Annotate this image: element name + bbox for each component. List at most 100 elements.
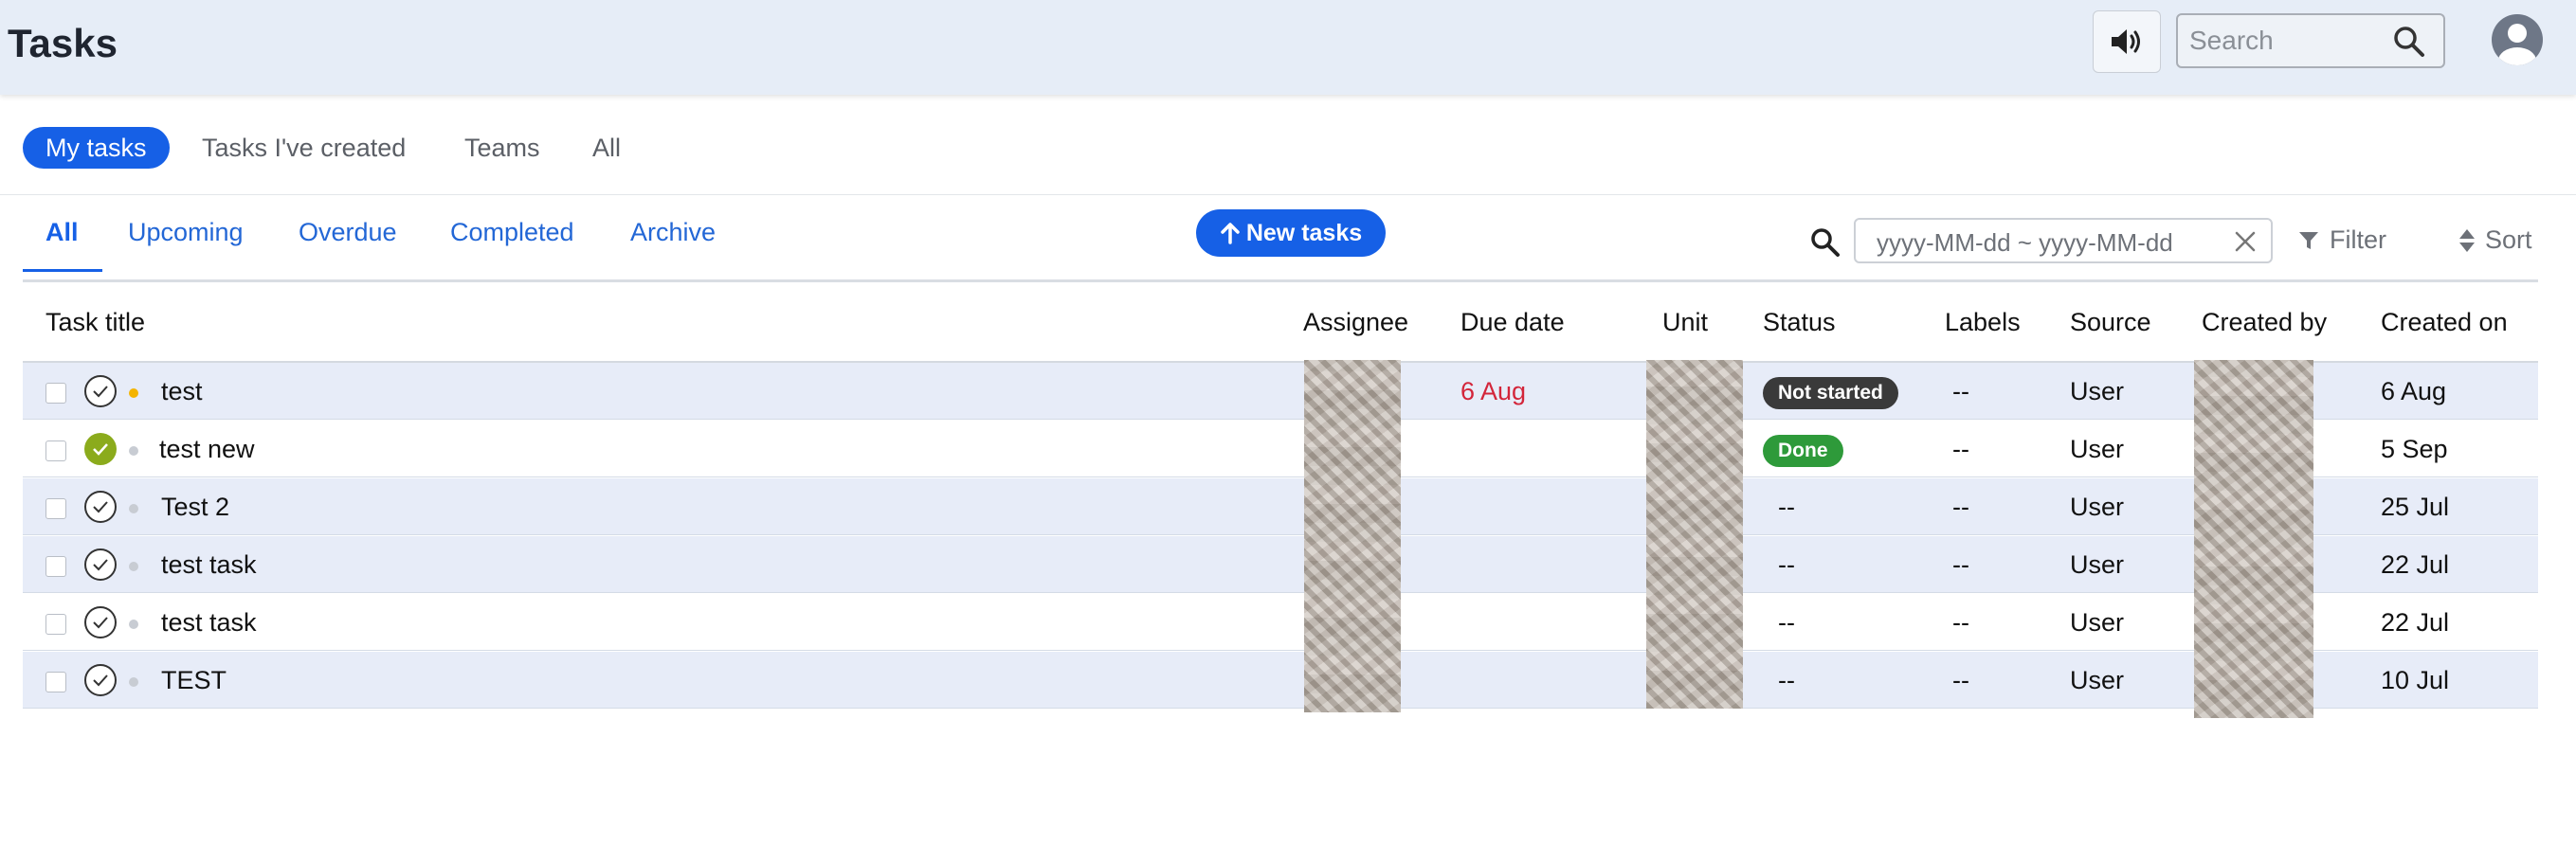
search-box[interactable] — [2176, 13, 2445, 68]
date-range-placeholder: yyyy-MM-dd ~ yyyy-MM-dd — [1877, 228, 2173, 257]
labels-cell: -- — [1952, 435, 1969, 463]
source-cell: User — [2070, 377, 2125, 405]
source-cell: User — [2070, 493, 2125, 521]
subtab-overdue[interactable]: Overdue — [299, 218, 397, 247]
completed-check-icon[interactable] — [83, 432, 118, 466]
priority-dot — [129, 620, 138, 629]
column-header-source[interactable]: Source — [2070, 308, 2151, 337]
table-row[interactable]: test 6 Aug Not started -- User 6 Aug — [23, 363, 2538, 420]
status-cell: -- — [1778, 666, 1795, 694]
table-row[interactable]: TEST -- -- User 10 Jul — [23, 652, 2538, 709]
search-icon[interactable] — [1810, 227, 1841, 258]
table-row[interactable]: test task -- -- User 22 Jul — [23, 594, 2538, 651]
user-avatar-icon[interactable] — [2491, 13, 2544, 66]
top-header: Tasks — [0, 0, 2576, 95]
complete-toggle-icon[interactable] — [83, 548, 118, 582]
column-header-created-on[interactable]: Created on — [2381, 308, 2508, 337]
column-header-created-by[interactable]: Created by — [2202, 308, 2327, 337]
priority-dot — [129, 562, 138, 571]
tab-my-tasks[interactable]: My tasks — [23, 127, 170, 169]
task-title[interactable]: test task — [161, 536, 257, 593]
subtab-completed[interactable]: Completed — [450, 218, 574, 247]
page-title: Tasks — [8, 21, 118, 65]
complete-toggle-icon[interactable] — [83, 490, 118, 524]
filter-button[interactable]: Filter — [2297, 225, 2386, 255]
sort-icon — [2459, 228, 2475, 252]
column-header-due-date[interactable]: Due date — [1460, 308, 1565, 337]
labels-cell: -- — [1952, 608, 1969, 637]
status-cell: Not started — [1763, 363, 1898, 420]
row-checkbox[interactable] — [45, 614, 66, 635]
source-cell: User — [2070, 435, 2125, 463]
row-checkbox[interactable] — [45, 498, 66, 519]
active-tab-indicator — [23, 269, 102, 272]
table-top-border — [23, 279, 2538, 282]
source-cell: User — [2070, 608, 2125, 637]
created-on-cell: 6 Aug — [2381, 377, 2447, 405]
table-row[interactable]: test new Done -- User 5 Sep — [23, 421, 2538, 477]
search-input[interactable] — [2189, 23, 2379, 59]
priority-dot — [129, 388, 138, 398]
complete-toggle-icon[interactable] — [83, 663, 118, 697]
search-icon[interactable] — [2392, 25, 2426, 59]
section-divider — [0, 194, 2576, 195]
created-on-cell: 25 Jul — [2381, 493, 2450, 521]
task-title[interactable]: test new — [159, 421, 255, 477]
table-row[interactable]: Test 2 -- -- User 25 Jul — [23, 478, 2538, 535]
priority-dot — [129, 504, 138, 513]
priority-dot — [129, 446, 138, 456]
tab-tasks-created[interactable]: Tasks I've created — [202, 127, 406, 169]
tab-all-primary[interactable]: All — [592, 127, 621, 169]
column-header-status[interactable]: Status — [1763, 308, 1836, 337]
row-checkbox[interactable] — [45, 440, 66, 461]
labels-cell: -- — [1952, 666, 1969, 694]
status-cell: -- — [1778, 550, 1795, 579]
row-checkbox[interactable] — [45, 556, 66, 577]
sound-button[interactable] — [2093, 10, 2161, 73]
created-on-cell: 22 Jul — [2381, 608, 2450, 637]
status-cell: -- — [1778, 493, 1795, 521]
created-on-cell: 22 Jul — [2381, 550, 2450, 579]
new-tasks-label: New tasks — [1245, 219, 1363, 246]
complete-toggle-icon[interactable] — [83, 605, 118, 639]
unit-avatars-redacted — [1646, 360, 1743, 709]
date-range-input[interactable]: yyyy-MM-dd ~ yyyy-MM-dd — [1854, 218, 2273, 263]
new-tasks-button[interactable]: New tasks — [1196, 209, 1386, 257]
subtab-all[interactable]: All — [45, 218, 79, 247]
row-checkbox[interactable] — [45, 383, 66, 404]
task-title[interactable]: TEST — [161, 652, 227, 709]
sort-label: Sort — [2485, 225, 2532, 254]
table-row[interactable]: test task -- -- User 22 Jul — [23, 536, 2538, 593]
status-badge: Not started — [1763, 376, 1898, 409]
column-header-unit[interactable]: Unit — [1662, 308, 1708, 337]
subtab-upcoming[interactable]: Upcoming — [128, 218, 244, 247]
sort-button[interactable]: Sort — [2458, 225, 2532, 255]
status-cell: -- — [1778, 608, 1795, 637]
column-header-title[interactable]: Task title — [45, 308, 145, 337]
row-checkbox[interactable] — [45, 672, 66, 692]
source-cell: User — [2070, 550, 2125, 579]
speaker-icon — [2112, 29, 2140, 54]
subtab-archive[interactable]: Archive — [630, 218, 716, 247]
arrow-up-icon — [1221, 223, 1240, 244]
task-title[interactable]: test task — [161, 594, 257, 651]
priority-dot — [129, 677, 138, 687]
status-cell: Done — [1763, 421, 1843, 477]
source-cell: User — [2070, 666, 2125, 694]
complete-toggle-icon[interactable] — [83, 374, 118, 408]
column-header-labels[interactable]: Labels — [1945, 308, 2021, 337]
task-title[interactable]: Test 2 — [161, 478, 229, 535]
status-badge: Done — [1763, 434, 1843, 467]
column-header-assignee[interactable]: Assignee — [1303, 308, 1408, 337]
created-by-avatars-redacted — [2194, 360, 2313, 718]
task-title[interactable]: test — [161, 363, 203, 420]
labels-cell: -- — [1952, 550, 1969, 579]
tab-teams[interactable]: Teams — [464, 127, 540, 169]
filter-icon — [2299, 231, 2318, 249]
labels-cell: -- — [1952, 493, 1969, 521]
due-date: 6 Aug — [1460, 377, 1527, 405]
clear-icon[interactable] — [2235, 231, 2256, 252]
labels-cell: -- — [1952, 377, 1969, 405]
created-on-cell: 10 Jul — [2381, 666, 2450, 694]
assignee-avatars-redacted — [1304, 360, 1401, 712]
